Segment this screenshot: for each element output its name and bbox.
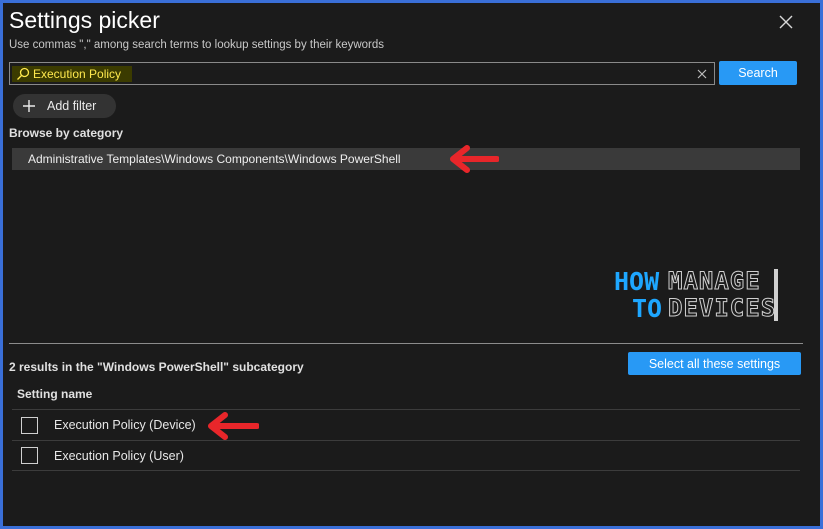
setting-name: Execution Policy (Device) [54, 418, 196, 432]
close-icon[interactable] [777, 13, 795, 31]
search-icon [17, 67, 30, 80]
browse-by-category-heading: Browse by category [9, 126, 124, 140]
dialog-title: Settings picker [9, 7, 160, 33]
add-filter-label: Add filter [47, 99, 97, 113]
logo-devices: DEVICES [667, 294, 777, 322]
annotation-arrow [208, 412, 259, 440]
settings-picker-dialog: Settings picker Use commas "," among sea… [3, 3, 820, 526]
section-divider [9, 343, 803, 344]
logo-how: HOW [614, 267, 660, 296]
search-button[interactable]: Search [719, 61, 797, 85]
table-row[interactable]: Execution Policy (Device) [12, 409, 800, 440]
logo-bar [774, 269, 778, 321]
category-path: Administrative Templates\Windows Compone… [28, 152, 401, 166]
select-all-button[interactable]: Select all these settings [628, 352, 801, 375]
table-row[interactable]: Execution Policy (User) [12, 440, 800, 471]
results-summary: 2 results in the "Windows PowerShell" su… [9, 360, 304, 374]
search-input[interactable]: Execution Policy [9, 62, 715, 85]
row-checkbox[interactable] [21, 416, 38, 434]
add-filter-button[interactable]: Add filter [13, 94, 116, 118]
search-value: Execution Policy [33, 67, 122, 81]
clear-icon[interactable] [696, 68, 708, 80]
annotation-arrow [450, 145, 499, 173]
row-checkbox[interactable] [21, 447, 38, 464]
column-header-setting-name[interactable]: Setting name [17, 387, 92, 401]
setting-name: Execution Policy (User) [54, 448, 184, 463]
dialog-subtitle: Use commas "," among search terms to loo… [9, 39, 385, 51]
logo-to: TO [632, 294, 663, 323]
plus-icon [23, 100, 35, 112]
category-item[interactable]: Administrative Templates\Windows Compone… [12, 148, 800, 170]
logo-manage: MANAGE [668, 267, 761, 295]
watermark-logo: HOW TO MANAGE DEVICES [614, 267, 786, 325]
